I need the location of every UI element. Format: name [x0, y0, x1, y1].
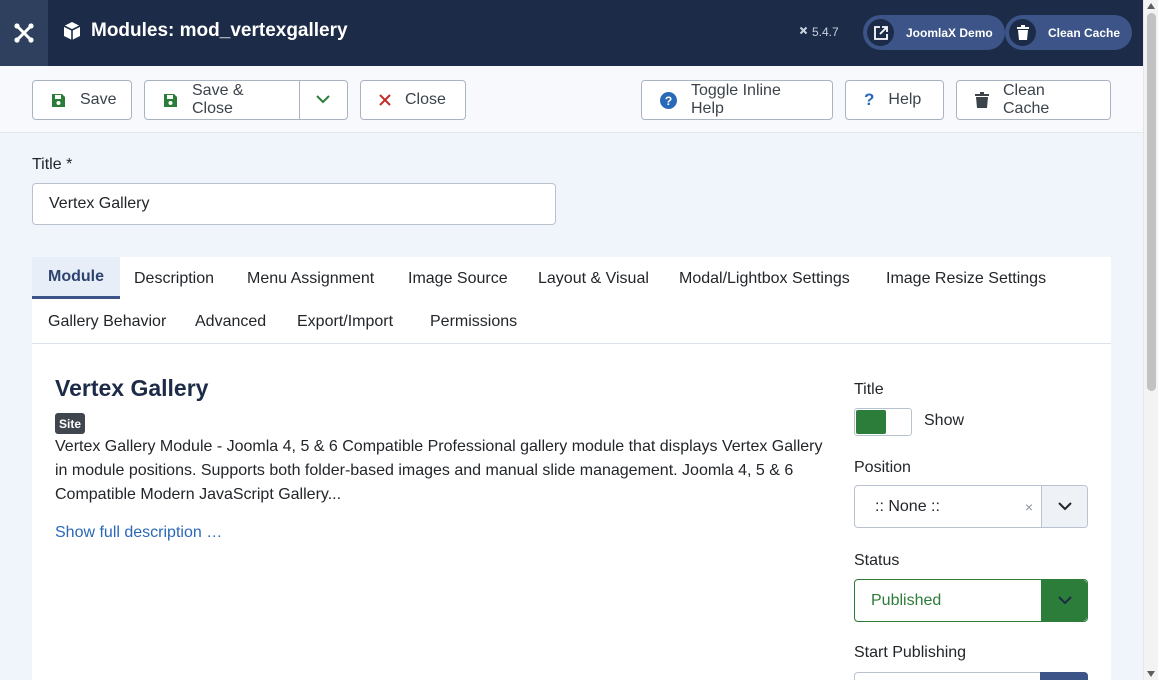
tab-permissions[interactable]: Permissions	[414, 300, 533, 343]
header-clean-cache-button[interactable]: Clean Cache	[1005, 15, 1133, 50]
scroll-up-arrow-icon[interactable]	[1147, 3, 1155, 9]
module-description: Vertex Gallery Module - Joomla 4, 5 & 6 …	[55, 438, 823, 503]
cube-icon	[62, 21, 82, 41]
site-link-button[interactable]: JoomlaX Demo	[863, 15, 1005, 50]
tab-export-import[interactable]: Export/Import	[281, 300, 409, 343]
external-link-icon	[867, 19, 894, 46]
position-value: :: None ::	[875, 497, 940, 515]
chevron-down-icon	[316, 91, 331, 109]
question-mark-icon: ?	[864, 90, 875, 109]
joomla-logo-icon[interactable]	[0, 0, 48, 66]
joomla-version: 5.4.7	[798, 25, 839, 39]
save-label: Save	[80, 91, 117, 108]
save-close-label: Save & Close	[192, 82, 244, 117]
tab-image-resize-settings[interactable]: Image Resize Settings	[870, 257, 1062, 300]
start-publishing-input[interactable]	[854, 672, 1088, 680]
show-title-switch[interactable]	[854, 408, 912, 436]
show-title-label: Title	[854, 381, 884, 398]
start-publishing-label: Start Publishing	[854, 644, 967, 661]
title-field-label: Title *	[32, 156, 73, 173]
site-link-label: JoomlaX Demo	[906, 25, 993, 40]
scroll-down-arrow-icon[interactable]	[1147, 671, 1155, 677]
status-value: Published	[871, 591, 942, 609]
scrollbar-thumb[interactable]	[1147, 13, 1156, 391]
page-title: Modules: mod_vertexgallery	[62, 20, 348, 42]
position-clear-icon[interactable]: ×	[1017, 499, 1041, 515]
toggle-inline-help-button[interactable]: ? Toggle Inline Help	[641, 80, 833, 120]
show-title-switch-text: Show	[924, 412, 965, 429]
status-select[interactable]: Published	[854, 579, 1088, 622]
client-badge: Site	[55, 413, 86, 434]
clean-cache-label: Clean Cache	[1003, 82, 1050, 117]
svg-text:?: ?	[665, 94, 672, 108]
tab-advanced[interactable]: Advanced	[179, 300, 282, 343]
save-icon	[163, 93, 178, 108]
tab-label: Description	[134, 269, 215, 287]
tab-modal-lightbox-settings[interactable]: Modal/Lightbox Settings	[663, 257, 866, 300]
tab-label: Module	[48, 267, 104, 285]
save-icon	[51, 93, 66, 108]
tab-menu-assignment[interactable]: Menu Assignment	[231, 257, 390, 300]
close-label: Close	[405, 91, 446, 108]
title-input-value: Vertex Gallery	[49, 195, 150, 212]
help-button[interactable]: ? Help	[845, 80, 944, 120]
toggle-help-label: Toggle Inline Help	[691, 82, 781, 117]
tab-label: Permissions	[430, 312, 518, 330]
chevron-down-icon	[1057, 498, 1072, 516]
save-close-button[interactable]: Save & Close	[145, 81, 300, 119]
help-label: Help	[888, 91, 922, 108]
tab-gallery-behavior[interactable]: Gallery Behavior	[32, 300, 182, 343]
tab-label: Image Resize Settings	[886, 269, 1047, 287]
app-header: Modules: mod_vertexgallery 5.4.7 JoomlaX…	[0, 0, 1143, 66]
tab-label: Image Source	[408, 269, 508, 287]
tab-label: Export/Import	[297, 312, 394, 330]
module-edit-panel: Module Description Menu Assignment Image…	[32, 257, 1111, 680]
position-label: Position	[854, 459, 911, 476]
page-title-text: Modules: mod_vertexgallery	[91, 20, 348, 41]
tab-label: Gallery Behavior	[48, 312, 167, 330]
version-text: 5.4.7	[812, 25, 839, 39]
clean-cache-button[interactable]: Clean Cache	[956, 80, 1111, 120]
toolbar: Save Save & Close Close ? Toggle Inline …	[0, 66, 1143, 133]
tab-module[interactable]: Module	[32, 257, 120, 299]
position-dropdown-toggle[interactable]	[1041, 486, 1087, 527]
tab-label: Advanced	[195, 312, 267, 330]
tab-label: Layout & Visual	[538, 269, 649, 287]
tab-layout-visual[interactable]: Layout & Visual	[522, 257, 665, 300]
status-dropdown-toggle[interactable]	[1041, 580, 1087, 621]
joomla-small-icon	[798, 25, 809, 39]
module-name: Vertex Gallery	[55, 375, 209, 401]
tab-label: Menu Assignment	[247, 269, 375, 287]
header-clean-cache-label: Clean Cache	[1048, 25, 1121, 40]
close-button[interactable]: Close	[360, 80, 466, 120]
trash-icon	[1009, 19, 1036, 46]
title-input[interactable]: Vertex Gallery	[32, 183, 556, 225]
trash-icon	[975, 92, 989, 108]
save-close-split-button: Save & Close	[144, 80, 348, 120]
page-scrollbar[interactable]	[1143, 0, 1158, 680]
close-icon	[379, 94, 391, 106]
status-label: Status	[854, 552, 900, 569]
chevron-down-icon	[1057, 592, 1072, 610]
tab-label: Modal/Lightbox Settings	[679, 269, 850, 287]
tab-description[interactable]: Description	[118, 257, 230, 300]
switch-knob	[856, 410, 886, 434]
show-full-description-link[interactable]: Show full description …	[55, 524, 222, 542]
save-options-dropdown[interactable]	[300, 81, 347, 119]
save-button[interactable]: Save	[32, 80, 132, 120]
position-select[interactable]: :: None :: ×	[854, 485, 1088, 528]
question-circle-icon: ?	[660, 91, 677, 109]
tab-image-source[interactable]: Image Source	[392, 257, 524, 300]
calendar-button[interactable]	[1040, 672, 1088, 680]
tab-bar: Module Description Menu Assignment Image…	[32, 257, 1111, 344]
